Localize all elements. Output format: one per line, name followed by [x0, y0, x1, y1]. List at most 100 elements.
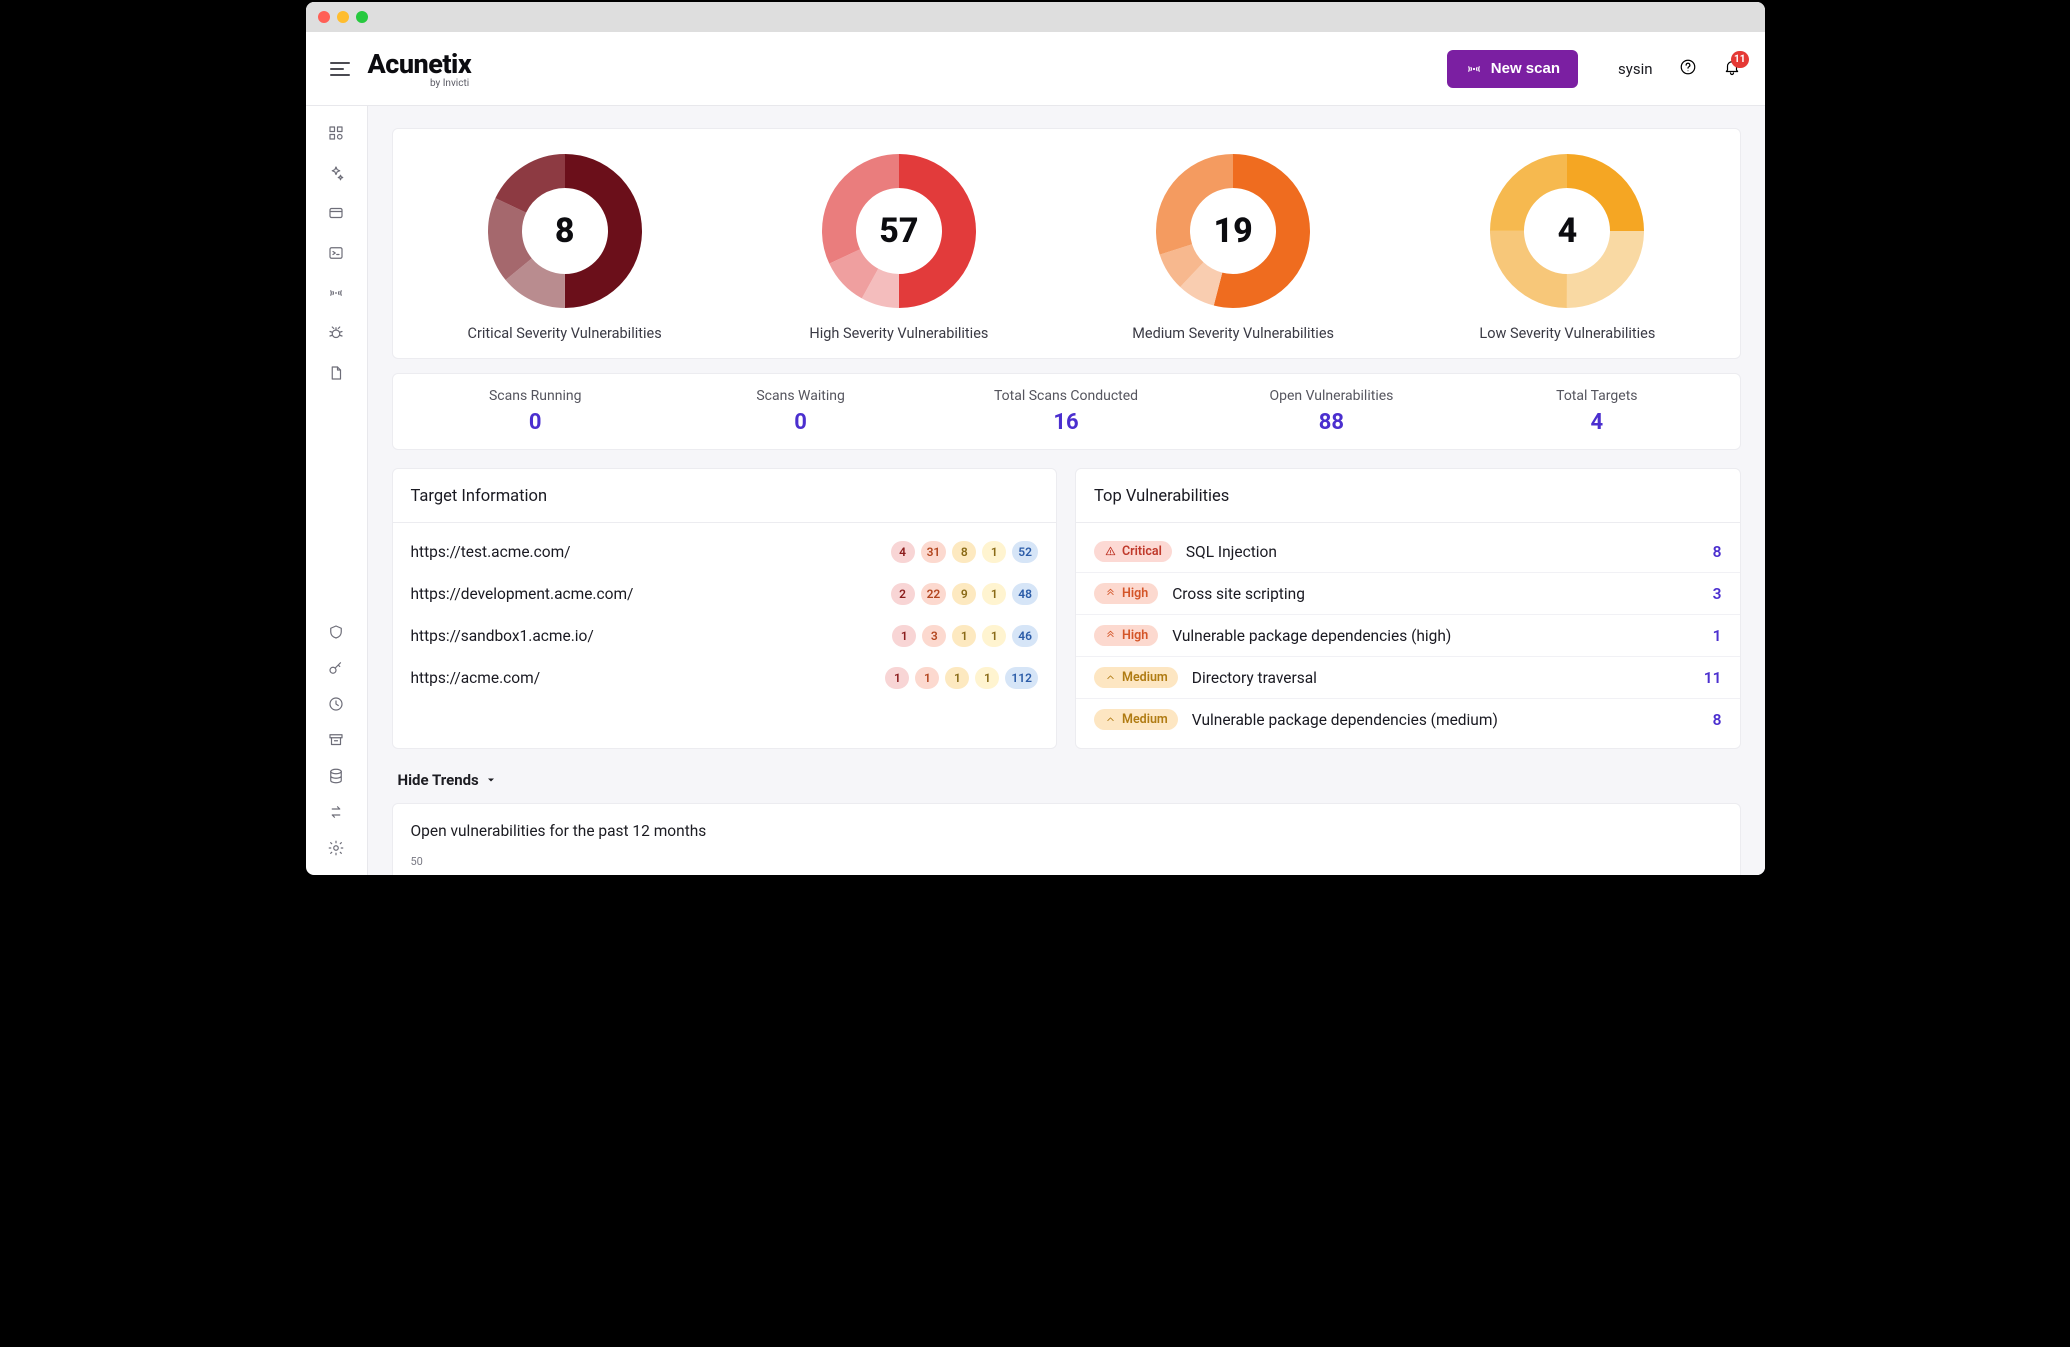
- sidebar-document-icon[interactable]: [327, 364, 345, 382]
- target-row[interactable]: https://test.acme.com/ 4 3181 52: [393, 531, 1057, 573]
- severity-chip[interactable]: 1: [982, 583, 1006, 605]
- stat-item[interactable]: Open Vulnerabilities 88: [1199, 388, 1464, 435]
- severity-donut-row: 8 Critical Severity Vulnerabilities 57 H…: [392, 128, 1741, 359]
- stat-label: Total Targets: [1464, 388, 1729, 404]
- target-url: https://test.acme.com/: [411, 543, 891, 561]
- severity-icon: [1104, 545, 1117, 558]
- sidebar-clock-icon[interactable]: [327, 695, 345, 713]
- donut-label: Medium Severity Vulnerabilities: [1132, 325, 1334, 342]
- donut-0[interactable]: 8 Critical Severity Vulnerabilities: [403, 151, 727, 342]
- sidebar-dashboard-icon[interactable]: [327, 124, 345, 142]
- sidebar-broadcast-icon[interactable]: [327, 284, 345, 302]
- notifications-button[interactable]: 11: [1723, 58, 1741, 80]
- target-url: https://sandbox1.acme.io/: [411, 627, 893, 645]
- vuln-name: SQL Injection: [1186, 543, 1699, 561]
- new-scan-button[interactable]: New scan: [1447, 50, 1578, 88]
- trends-chart-card: Open vulnerabilities for the past 12 mon…: [392, 803, 1741, 875]
- stat-item[interactable]: Total Scans Conducted 16: [933, 388, 1198, 435]
- severity-chip[interactable]: 31: [921, 541, 947, 563]
- severity-chip[interactable]: 48: [1012, 583, 1038, 605]
- sidebar-sparkle-icon[interactable]: [327, 164, 345, 182]
- sidebar-terminal-icon[interactable]: [327, 244, 345, 262]
- stat-item[interactable]: Total Targets 4: [1464, 388, 1729, 435]
- user-name[interactable]: sysin: [1618, 60, 1653, 78]
- brand-name: Acunetix: [368, 48, 472, 80]
- sidebar-key-icon[interactable]: [327, 659, 345, 677]
- donut-label: High Severity Vulnerabilities: [809, 325, 988, 342]
- severity-icon: [1104, 587, 1117, 600]
- vuln-row[interactable]: High Cross site scripting 3: [1076, 572, 1740, 614]
- severity-chip[interactable]: 1: [915, 667, 939, 689]
- vuln-row[interactable]: Medium Directory traversal 11: [1076, 656, 1740, 698]
- stat-item[interactable]: Scans Waiting 0: [668, 388, 933, 435]
- window-titlebar: [306, 2, 1765, 32]
- sidebar-card-icon[interactable]: [327, 204, 345, 222]
- donut-label: Low Severity Vulnerabilities: [1479, 325, 1655, 342]
- close-window-icon[interactable]: [318, 11, 330, 23]
- top-vulns-panel: Top Vulnerabilities Critical SQL Injecti…: [1075, 468, 1741, 749]
- stat-value: 0: [403, 410, 668, 435]
- sidebar-swap-icon[interactable]: [327, 803, 345, 821]
- vuln-count: 8: [1713, 711, 1722, 729]
- sidebar-archive-icon[interactable]: [327, 731, 345, 749]
- sidebar-shield-icon[interactable]: [327, 623, 345, 641]
- trends-toggle[interactable]: Hide Trends: [398, 771, 1735, 789]
- donut-1[interactable]: 57 High Severity Vulnerabilities: [737, 151, 1061, 342]
- vuln-row[interactable]: Critical SQL Injection 8: [1076, 531, 1740, 572]
- severity-chip[interactable]: 1: [975, 667, 999, 689]
- brand-sub: by Invicti: [430, 78, 469, 89]
- stat-value: 4: [1464, 410, 1729, 435]
- caret-down-icon: [485, 774, 497, 786]
- broadcast-icon: [1465, 60, 1483, 78]
- sidebar: [306, 106, 368, 875]
- sidebar-bug-icon[interactable]: [327, 324, 345, 342]
- severity-chip[interactable]: 22: [921, 583, 947, 605]
- severity-chip[interactable]: 8: [952, 541, 976, 563]
- donut-2[interactable]: 19 Medium Severity Vulnerabilities: [1071, 151, 1395, 342]
- severity-badge: High: [1094, 625, 1158, 646]
- severity-chip[interactable]: 1: [982, 625, 1006, 647]
- stat-item[interactable]: Scans Running 0: [403, 388, 668, 435]
- donut-3[interactable]: 4 Low Severity Vulnerabilities: [1405, 151, 1729, 342]
- donut-value: 4: [1487, 151, 1647, 311]
- donut-value: 8: [485, 151, 645, 311]
- severity-chip[interactable]: 1: [945, 667, 969, 689]
- severity-badge: Medium: [1094, 709, 1178, 730]
- stat-value: 0: [668, 410, 933, 435]
- severity-badge: High: [1094, 583, 1158, 604]
- severity-chip[interactable]: 4: [891, 541, 915, 563]
- sidebar-database-icon[interactable]: [327, 767, 345, 785]
- topbar: Acunetix by Invicti New scan sysin 11: [306, 32, 1765, 106]
- severity-chip[interactable]: 52: [1012, 541, 1038, 563]
- stat-label: Scans Waiting: [668, 388, 933, 404]
- stat-label: Scans Running: [403, 388, 668, 404]
- severity-chip[interactable]: 2: [891, 583, 915, 605]
- stat-label: Open Vulnerabilities: [1199, 388, 1464, 404]
- severity-icon: [1104, 713, 1117, 726]
- new-scan-label: New scan: [1491, 60, 1560, 77]
- menu-toggle-icon[interactable]: [330, 62, 350, 76]
- severity-chip[interactable]: 3: [922, 625, 946, 647]
- minimize-window-icon[interactable]: [337, 11, 349, 23]
- donut-value: 57: [819, 151, 979, 311]
- severity-badge: Medium: [1094, 667, 1178, 688]
- vuln-row[interactable]: High Vulnerable package dependencies (hi…: [1076, 614, 1740, 656]
- target-row[interactable]: https://sandbox1.acme.io/ 131146: [393, 615, 1057, 657]
- donut-value: 19: [1153, 151, 1313, 311]
- severity-chip[interactable]: 1: [885, 667, 909, 689]
- severity-chip[interactable]: 46: [1012, 625, 1038, 647]
- severity-chip[interactable]: 1: [982, 541, 1006, 563]
- help-button[interactable]: [1679, 58, 1697, 80]
- severity-chip[interactable]: 9: [952, 583, 976, 605]
- severity-chip[interactable]: 1: [892, 625, 916, 647]
- target-row[interactable]: https://development.acme.com/ 2229148: [393, 573, 1057, 615]
- target-row[interactable]: https://acme.com/ 1111112: [393, 657, 1057, 699]
- target-url: https://development.acme.com/: [411, 585, 891, 603]
- stats-row: Scans Running 0 Scans Waiting 0 Total Sc…: [392, 373, 1741, 450]
- maximize-window-icon[interactable]: [356, 11, 368, 23]
- help-icon: [1679, 58, 1697, 76]
- severity-chip[interactable]: 1: [952, 625, 976, 647]
- sidebar-gear-icon[interactable]: [327, 839, 345, 857]
- vuln-row[interactable]: Medium Vulnerable package dependencies (…: [1076, 698, 1740, 740]
- severity-chip[interactable]: 112: [1005, 667, 1038, 689]
